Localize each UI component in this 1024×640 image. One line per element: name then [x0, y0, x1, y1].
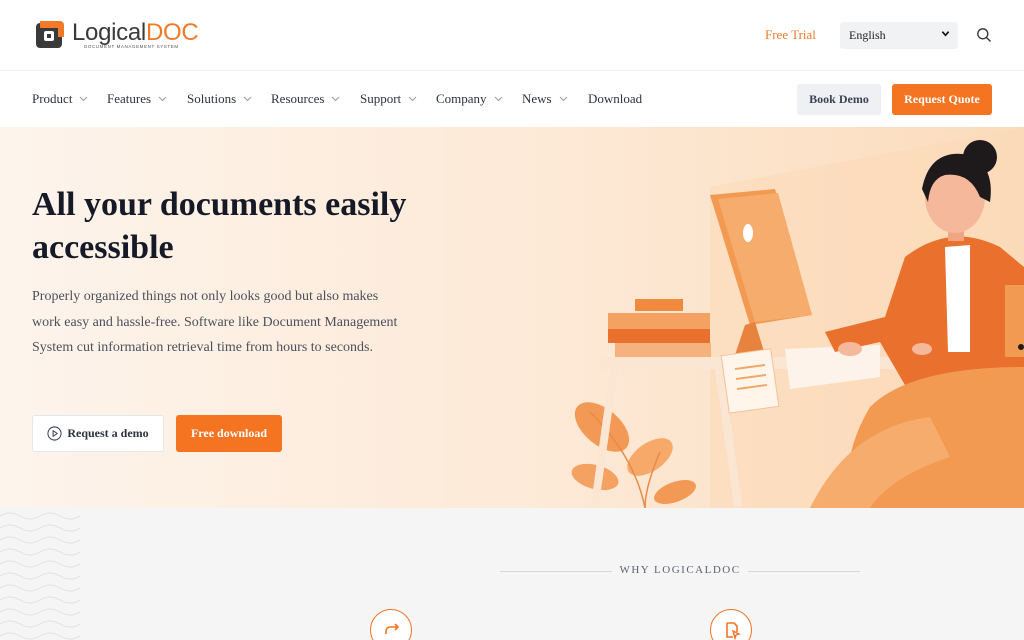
- request-demo-label: Request a demo: [67, 426, 149, 440]
- logicaldoc-logo-icon: [36, 21, 64, 48]
- why-section: WHY LOGICALDOC: [0, 508, 1024, 640]
- nav-item-download[interactable]: Download: [588, 91, 642, 107]
- chevron-down-icon: [494, 96, 502, 102]
- request-quote-button[interactable]: Request Quote: [892, 84, 992, 115]
- logo-word-part1: Logical: [72, 18, 146, 46]
- chevron-down-icon: [332, 96, 340, 102]
- language-select[interactable]: English: [840, 22, 958, 49]
- hero-section: All your documents easily accessible Pro…: [0, 127, 1024, 508]
- redo-arrow-icon: [385, 623, 400, 634]
- book-demo-button[interactable]: Book Demo: [797, 84, 881, 115]
- nav-item-solutions[interactable]: Solutions: [187, 91, 252, 107]
- nav-item-resources[interactable]: Resources: [271, 91, 340, 107]
- free-download-button[interactable]: Free download: [176, 415, 282, 452]
- nav-item-label: Download: [588, 91, 643, 106]
- language-selected-value: English: [849, 28, 886, 42]
- chevron-down-icon: [158, 96, 167, 102]
- hero-description: Properly organized things not only looks…: [32, 289, 398, 355]
- top-header: LogicalDOC DOCUMENT MANAGEMENT SYSTEM Fr…: [0, 0, 1024, 70]
- nav-item-company[interactable]: Company: [436, 91, 503, 107]
- main-nav: Product Features Solutions Resources Sup…: [0, 70, 1024, 127]
- feature-icon-sync: [370, 609, 412, 640]
- nav-item-label: Solutions: [187, 91, 237, 106]
- site-logo[interactable]: LogicalDOC DOCUMENT MANAGEMENT SYSTEM: [34, 18, 199, 50]
- nav-item-news[interactable]: News: [522, 91, 568, 107]
- feature-icon-document: [710, 609, 752, 640]
- chevron-down-icon: [80, 96, 88, 102]
- chevron-down-icon: [941, 31, 950, 37]
- plant-decoration: [571, 402, 696, 508]
- document-cursor-icon: [726, 622, 741, 640]
- hero-title: All your documents easily accessible: [32, 186, 407, 266]
- nav-item-support[interactable]: Support: [360, 91, 417, 107]
- nav-item-label: News: [522, 91, 552, 106]
- nav-item-label: Features: [107, 91, 152, 106]
- wave-pattern-decoration: [0, 512, 80, 640]
- nav-item-label: Product: [32, 91, 73, 106]
- chevron-down-icon: [559, 96, 567, 102]
- play-circle-icon: [47, 426, 62, 441]
- search-icon[interactable]: [976, 27, 992, 43]
- nav-item-label: Company: [436, 91, 487, 106]
- divider-right: [748, 571, 860, 572]
- request-demo-button[interactable]: Request a demo: [32, 415, 164, 452]
- nav-item-features[interactable]: Features: [107, 91, 167, 107]
- divider-left: [500, 571, 612, 572]
- free-trial-link[interactable]: Free Trial: [765, 27, 816, 43]
- chevron-down-icon: [408, 96, 417, 102]
- why-section-label: WHY LOGICALDOC: [619, 564, 741, 576]
- nav-item-label: Support: [360, 91, 402, 106]
- nav-item-product[interactable]: Product: [32, 91, 88, 107]
- nav-item-label: Resources: [271, 91, 325, 106]
- chevron-down-icon: [243, 96, 252, 102]
- logo-word-part2: DOC: [145, 18, 199, 46]
- hero-illustration: [571, 127, 1024, 508]
